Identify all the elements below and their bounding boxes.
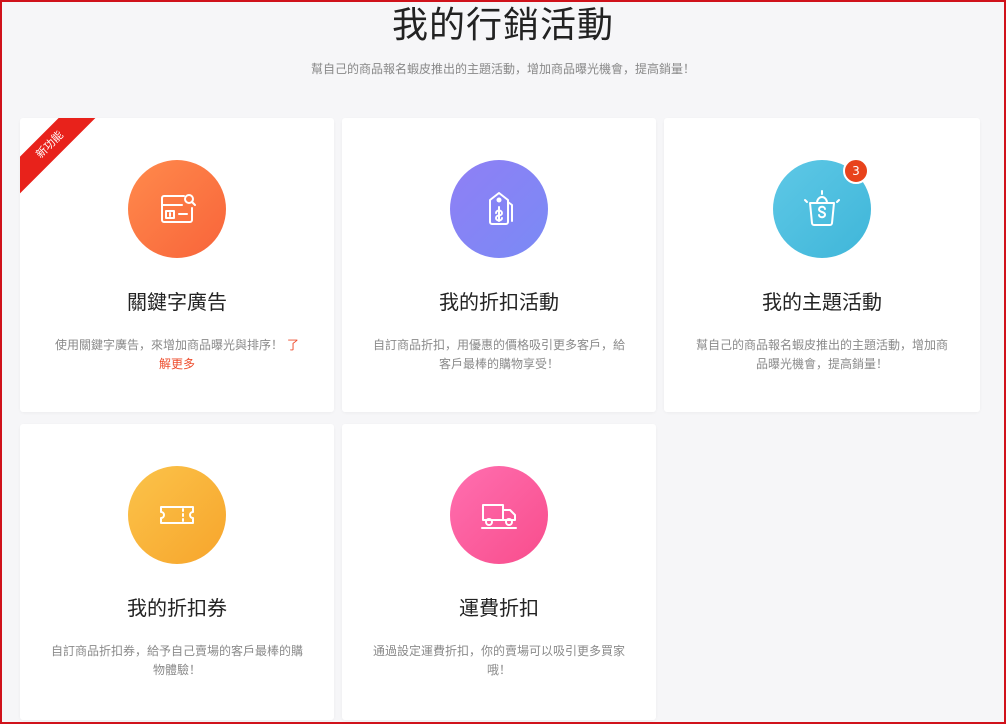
card-discount-promotions[interactable]: 我的折扣活動 自訂商品折扣，用優惠的價格吸引更多客戶，給客戶最棒的購物享受！ bbox=[342, 118, 656, 412]
discount-icon-circle bbox=[450, 160, 548, 258]
notification-badge: 3 bbox=[843, 158, 869, 184]
card-title: 我的折扣活動 bbox=[439, 290, 559, 314]
ad-card-icon bbox=[161, 194, 196, 223]
card-description: 自訂商品折扣，用優惠的價格吸引更多客戶，給客戶最棒的購物享受！ bbox=[372, 338, 625, 371]
card-title: 運費折扣 bbox=[459, 596, 539, 620]
card-description: 使用關鍵字廣告，來增加商品曝光與排序！ 了解更多 bbox=[50, 336, 304, 374]
keyword-ads-icon-circle bbox=[128, 160, 226, 258]
page-subtitle: 幫自己的商品報名蝦皮推出的主題活動，增加商品曝光機會，提高銷量！ bbox=[310, 62, 695, 76]
delivery-truck-icon bbox=[481, 504, 517, 529]
card-description-text: 使用關鍵字廣告，來增加商品曝光與排序！ bbox=[54, 338, 283, 352]
card-keyword-ads[interactable]: 新功能 關鍵字廣告 使用關鍵字廣告，來增加商品曝光與排序！ 了解更多 bbox=[20, 118, 334, 412]
theme-campaign-icon-circle: 3 bbox=[773, 158, 871, 258]
price-tag-icon bbox=[489, 192, 513, 225]
card-title: 關鍵字廣告 bbox=[127, 290, 227, 314]
new-feature-ribbon: 新功能 bbox=[20, 118, 102, 197]
card-title: 我的主題活動 bbox=[762, 290, 882, 314]
card-description: 幫自己的商品報名蝦皮推出的主題活動，增加商品曝光機會，提高銷量！ bbox=[695, 338, 948, 371]
shopping-bag-icon bbox=[804, 190, 840, 226]
card-vouchers[interactable]: 我的折扣券 自訂商品折扣券，給予自己賣場的客戶最棒的購物體驗！ bbox=[20, 424, 334, 720]
card-title: 我的折扣券 bbox=[127, 596, 227, 620]
voucher-icon-circle bbox=[128, 466, 226, 564]
shipping-icon-circle bbox=[450, 466, 548, 564]
card-description: 自訂商品折扣券，給予自己賣場的客戶最棒的購物體驗！ bbox=[50, 644, 303, 677]
card-theme-campaigns[interactable]: 3 我的主題活動 幫自己的商品報名蝦皮推出的主題活動，增加商品曝光機會，提高銷量… bbox=[664, 118, 980, 412]
page-title: 我的行銷活動 bbox=[391, 5, 614, 46]
card-description: 通過設定運費折扣，你的賣場可以吸引更多買家哦！ bbox=[372, 644, 625, 677]
coupon-icon bbox=[160, 506, 194, 524]
card-shipping-discount[interactable]: 運費折扣 通過設定運費折扣，你的賣場可以吸引更多買家哦！ bbox=[342, 424, 656, 720]
